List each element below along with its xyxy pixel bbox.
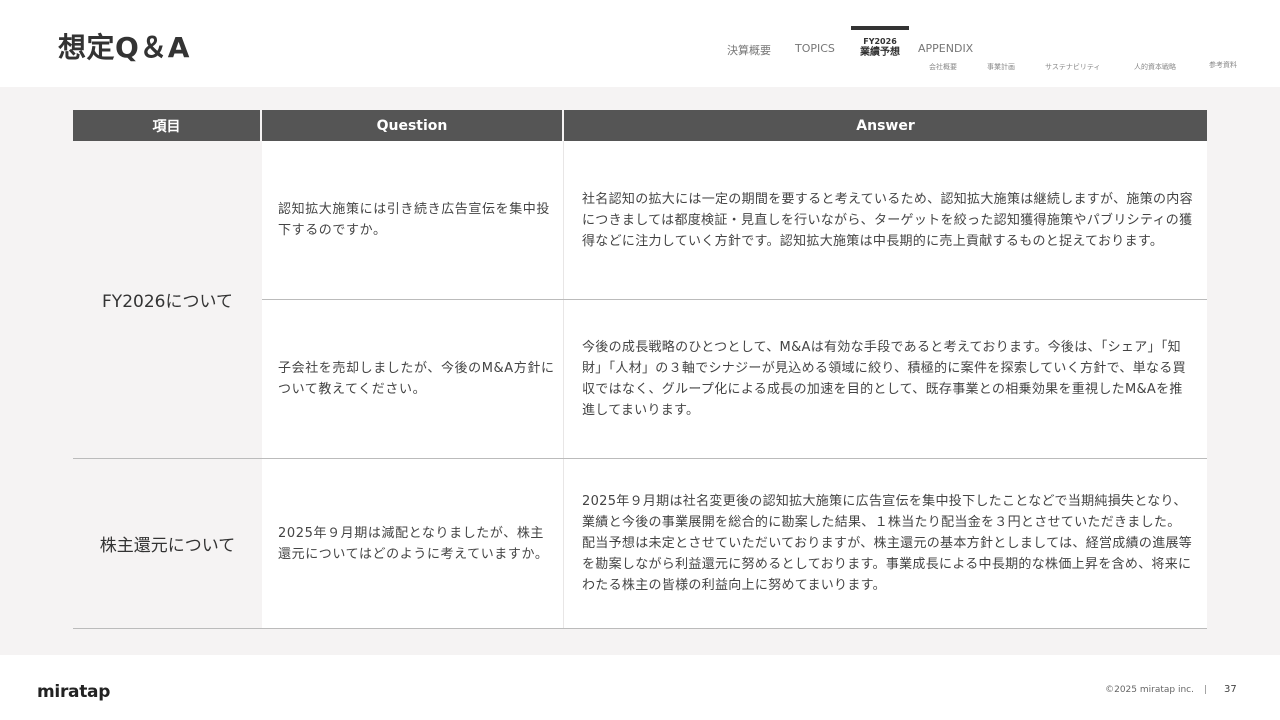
header-answer: Answer [856, 117, 915, 134]
nav-item-topics[interactable]: TOPICS [795, 42, 835, 55]
main-nav: 決算概要 TOPICS FY2026 業績予想 APPENDIX [0, 26, 1280, 66]
table-row: 子会社を売却しましたが、今後のM&A方針について教えてください。 今後の成長戦略… [262, 300, 1207, 458]
group-rows: 認知拡大施策には引き続き広告宣伝を集中投下するのですか。 社名認知の拡大には一定… [262, 141, 1207, 458]
table-header: 項目 Question Answer [73, 110, 1207, 141]
subnav-item-sustainability[interactable]: サステナビリティ [1045, 62, 1100, 72]
table-row: 認知拡大施策には引き続き広告宣伝を集中投下するのですか。 社名認知の拡大には一定… [262, 141, 1207, 300]
header-question: Question [262, 110, 564, 141]
copyright: ©2025 miratap inc. [1105, 685, 1194, 695]
answer-cell: 2025年９月期は社名変更後の認知拡大施策に広告宣伝を集中投下したことなどで当期… [582, 494, 1193, 593]
header-item: 項目 [73, 110, 262, 141]
nav-item-kessan-gaiyou[interactable]: 決算概要 [727, 42, 771, 58]
subnav-item-company[interactable]: 会社概要 [929, 62, 957, 72]
subnav-item-business-plan[interactable]: 事業計画 [987, 62, 1015, 72]
group-shareholder-return: 株主還元について 2025年９月期は減配となりましたが、株主還元についてはどのよ… [73, 459, 1207, 629]
footer-separator: | [1204, 685, 1208, 695]
group-label: FY2026について [102, 292, 233, 312]
group-fy2026: FY2026について 認知拡大施策には引き続き広告宣伝を集中投下するのですか。 … [73, 141, 1207, 459]
page-number: 37 [1224, 684, 1237, 695]
question-cell: 子会社を売却しましたが、今後のM&A方針について教えてください。 [262, 300, 564, 458]
nav-item-label: 業績予想 [860, 47, 900, 58]
header: 想定Q＆A 決算概要 TOPICS FY2026 業績予想 APPENDIX 会… [0, 0, 1280, 87]
qa-table: 項目 Question Answer FY2026について 認知拡大施策には引き… [73, 110, 1207, 629]
footer: miratap ©2025 miratap inc. | 37 [0, 655, 1280, 720]
question-cell: 2025年９月期は減配となりましたが、株主還元についてはどのように考えていますか… [262, 459, 564, 628]
answer-cell: 社名認知の拡大には一定の期間を要すると考えているため、認知拡大施策は継続しますが… [582, 191, 1193, 249]
nav-item-gyoseki-yosou[interactable]: FY2026 業績予想 [851, 26, 909, 62]
table-row: 2025年９月期は減配となりましたが、株主還元についてはどのように考えていますか… [262, 459, 1207, 628]
nav-item-appendix[interactable]: APPENDIX [918, 42, 973, 55]
question-cell: 認知拡大施策には引き続き広告宣伝を集中投下するのですか。 [262, 141, 564, 299]
nav-item-year-label: FY2026 [863, 37, 897, 46]
group-rows: 2025年９月期は減配となりましたが、株主還元についてはどのように考えていますか… [262, 459, 1207, 628]
miratap-logo: miratap [37, 682, 111, 702]
group-label: 株主還元について [99, 536, 236, 556]
answer-cell: 今後の成長戦略のひとつとして、M&Aは有効な手段であると考えております。今後は、… [582, 340, 1186, 418]
subnav-item-human-capital[interactable]: 人的資本戦略 [1134, 62, 1176, 72]
subnav-item-reference[interactable]: 参考資料 [1209, 60, 1237, 70]
